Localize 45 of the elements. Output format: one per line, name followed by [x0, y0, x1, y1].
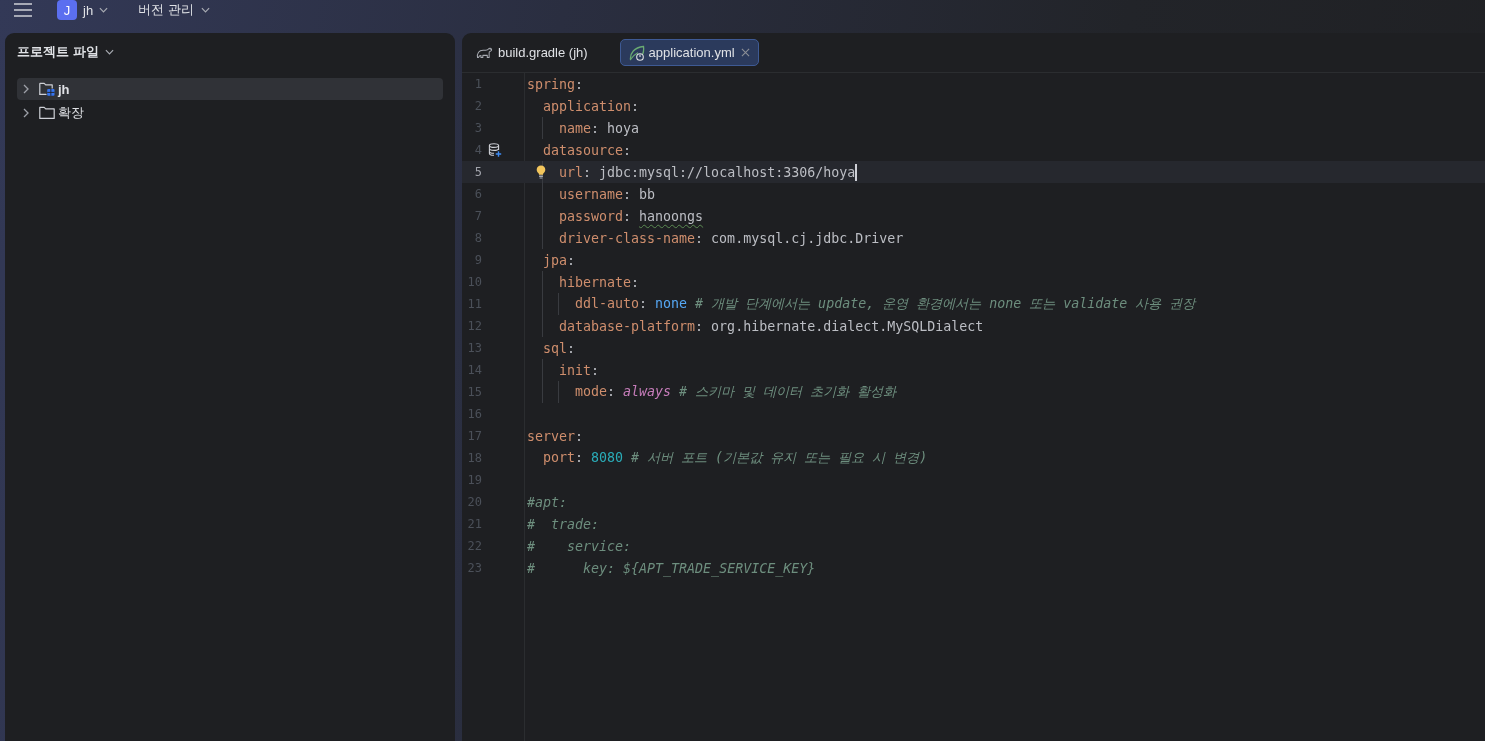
code-line: ddl-auto: none # 개발 단계에서는 update, 운영 환경에서는 none 또는 validate 사용 권장	[575, 295, 1196, 313]
module-folder-icon	[39, 82, 55, 96]
database-icon[interactable]	[488, 143, 502, 157]
project-initial: J	[57, 0, 77, 20]
leaf-icon	[628, 44, 645, 61]
code-line: name: hoya	[559, 120, 640, 136]
code-line: port: 8080 # 서버 포트 (기본값 유지 또는 필요 시 변경)	[543, 449, 928, 467]
chevron-down-icon	[200, 7, 210, 13]
close-icon[interactable]	[740, 48, 750, 57]
code-line: #apt:	[527, 494, 568, 510]
project-selector[interactable]: J jh	[57, 0, 109, 20]
code-line: init:	[559, 362, 600, 378]
code-line: server:	[527, 428, 584, 444]
text-cursor	[855, 163, 858, 181]
chevron-down-icon	[99, 7, 109, 13]
project-view-selector[interactable]: 프로젝트 파일	[17, 43, 114, 61]
code-line: username: bb	[559, 186, 656, 202]
code-line: # trade:	[527, 516, 600, 532]
code-line: # service:	[527, 538, 632, 554]
code-line: datasource:	[543, 142, 632, 158]
code-line: application:	[543, 98, 640, 114]
lightbulb-icon[interactable]	[536, 165, 546, 179]
code-line: database-platform: org.hibernate.dialect.MySQLDialect	[559, 318, 984, 334]
editor-tab[interactable]: application.yml	[619, 39, 759, 66]
code-line: url: jdbc:mysql://localhost:3306/hoya	[559, 164, 856, 180]
tree-item[interactable]: jh	[17, 78, 443, 100]
editor-tab[interactable]: build.gradle (jh)	[467, 39, 597, 66]
code-line: sql:	[543, 340, 576, 356]
version-control-menu[interactable]: 버전 관리	[138, 0, 210, 20]
code-line: spring:	[527, 76, 584, 92]
main-menu-button[interactable]	[14, 2, 32, 18]
code-line: jpa:	[543, 252, 576, 268]
chevron-right-icon[interactable]	[23, 84, 29, 94]
code-line: # key: ${APT_TRADE_SERVICE_KEY}	[527, 560, 816, 576]
code-line: driver-class-name: com.mysql.cj.jdbc.Driver	[559, 230, 904, 246]
chevron-right-icon[interactable]	[23, 108, 29, 118]
line-number: 5	[473, 165, 483, 179]
code-line: password: hanoongs	[559, 208, 704, 224]
code-line: mode: always # 스키마 및 데이터 초기화 활성화	[575, 383, 897, 401]
tree-item[interactable]: 확장	[17, 102, 443, 124]
chevron-down-icon	[104, 49, 114, 55]
folder-icon	[39, 106, 55, 120]
code-line: hibernate:	[559, 274, 640, 290]
elephant-icon	[476, 46, 493, 59]
menu-icon	[14, 3, 32, 17]
